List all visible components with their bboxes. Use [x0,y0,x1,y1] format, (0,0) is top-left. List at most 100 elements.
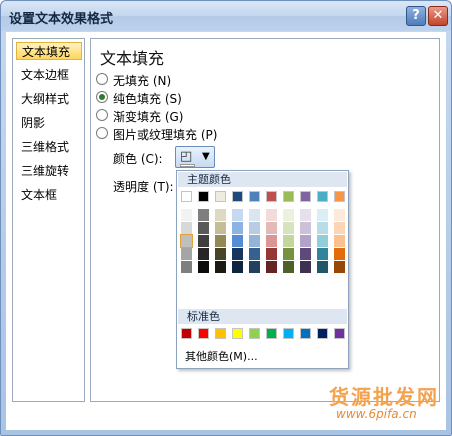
tint-swatch[interactable] [266,209,277,221]
theme-color-swatch[interactable] [317,191,328,202]
tint-swatch[interactable] [232,248,243,260]
tint-swatch[interactable] [249,261,260,273]
nav-item-text-box[interactable]: 文本框 [16,186,82,204]
theme-color-swatch[interactable] [198,191,209,202]
tint-swatch[interactable] [215,209,226,221]
tint-swatch[interactable] [215,261,226,273]
close-button[interactable]: ✕ [428,6,448,26]
tint-swatch[interactable] [334,235,345,247]
help-button[interactable]: ? [406,6,426,26]
theme-colors-header: 主题颜色 [178,172,347,187]
tint-swatch[interactable] [266,235,277,247]
theme-color-swatch[interactable] [249,191,260,202]
tint-swatch[interactable] [181,248,192,260]
theme-color-swatch[interactable] [334,191,345,202]
tint-swatch[interactable] [198,222,209,234]
tint-swatch[interactable] [266,261,277,273]
tint-swatch[interactable] [300,261,311,273]
theme-color-swatch[interactable] [232,191,243,202]
theme-color-swatch[interactable] [181,191,192,202]
tint-swatch[interactable] [198,248,209,260]
theme-color-swatch[interactable] [300,191,311,202]
tint-swatch[interactable] [215,222,226,234]
nav-item-text-fill[interactable]: 文本填充 [16,42,82,60]
nav-item-shadow[interactable]: 阴影 [16,114,82,132]
dialog-body: 文本填充 文本边框 大纲样式 阴影 三维格式 三维旋转 文本框 文本填充 无填充… [6,32,446,430]
tint-swatch[interactable] [232,235,243,247]
tint-swatch[interactable] [283,248,294,260]
tint-swatch[interactable] [283,209,294,221]
color-dropdown: 主题颜色 标准色 其他颜色(M)... [176,170,349,369]
tint-swatch[interactable] [198,235,209,247]
tint-swatch[interactable] [317,209,328,221]
tint-swatch[interactable] [300,222,311,234]
standard-color-swatch[interactable] [300,328,311,339]
tint-swatch[interactable] [334,222,345,234]
format-text-effects-dialog: 设置文本效果格式 ? ✕ 文本填充 文本边框 大纲样式 阴影 三维格式 三维旋转… [0,0,452,436]
tint-swatch[interactable] [266,248,277,260]
tint-swatch[interactable] [198,209,209,221]
paint-bucket-icon: ◰ [180,149,193,164]
radio-gradient-fill[interactable] [96,109,108,121]
theme-color-swatch[interactable] [266,191,277,202]
tint-swatch[interactable] [317,222,328,234]
tint-swatch[interactable] [215,248,226,260]
standard-color-swatch[interactable] [249,328,260,339]
watermark-text: 货源批发网 [329,385,439,409]
tint-swatch[interactable] [249,235,260,247]
option-label: 图片或纹理填充 (P) [113,128,218,142]
standard-color-swatch[interactable] [266,328,277,339]
color-label: 颜色 (C): [113,152,163,166]
tint-swatch[interactable] [334,261,345,273]
tint-swatch[interactable] [180,234,193,248]
standard-color-swatch[interactable] [283,328,294,339]
tint-swatch[interactable] [266,222,277,234]
tint-swatch[interactable] [249,222,260,234]
tint-swatch[interactable] [232,209,243,221]
tint-swatch[interactable] [283,222,294,234]
tint-swatch[interactable] [198,261,209,273]
standard-color-swatch[interactable] [198,328,209,339]
tint-swatch[interactable] [232,261,243,273]
tint-swatch[interactable] [283,261,294,273]
tint-swatch[interactable] [300,235,311,247]
standard-color-swatch[interactable] [232,328,243,339]
tint-swatch[interactable] [283,235,294,247]
standard-color-swatch[interactable] [317,328,328,339]
dialog-title: 设置文本效果格式 [9,12,114,27]
theme-color-swatch[interactable] [215,191,226,202]
section-title: 文本填充 [100,49,165,68]
tint-swatch[interactable] [300,248,311,260]
tint-swatch[interactable] [317,261,328,273]
more-colors-item[interactable]: 其他颜色(M)... [178,347,347,367]
tint-swatch[interactable] [181,209,192,221]
tint-swatch[interactable] [317,235,328,247]
tint-swatch[interactable] [334,248,345,260]
theme-color-swatch[interactable] [283,191,294,202]
tint-swatch[interactable] [181,261,192,273]
nav-item-3d-format[interactable]: 三维格式 [16,138,82,156]
radio-no-fill[interactable] [96,73,108,85]
tint-swatch[interactable] [215,235,226,247]
standard-color-swatch[interactable] [215,328,226,339]
watermark-url: www.6pifa.cn [336,407,417,421]
option-label: 无填充 (N) [113,74,172,88]
nav-item-text-outline[interactable]: 文本边框 [16,66,82,84]
title-bar[interactable]: 设置文本效果格式 ? ✕ [1,1,451,31]
tint-swatch[interactable] [249,248,260,260]
tint-swatch[interactable] [249,209,260,221]
nav-item-outline-style[interactable]: 大纲样式 [16,90,82,108]
nav-item-3d-rotation[interactable]: 三维旋转 [16,162,82,180]
tint-swatch[interactable] [300,209,311,221]
tint-swatch[interactable] [232,222,243,234]
color-picker-button[interactable]: ◰ ▼ [175,146,215,168]
current-color-bar [180,164,195,167]
tint-swatch[interactable] [181,222,192,234]
radio-solid-fill[interactable] [96,91,108,103]
option-label: 纯色填充 (S) [113,92,182,106]
tint-swatch[interactable] [317,248,328,260]
standard-color-swatch[interactable] [334,328,345,339]
standard-color-swatch[interactable] [181,328,192,339]
tint-swatch[interactable] [334,209,345,221]
radio-picture-fill[interactable] [96,127,108,139]
